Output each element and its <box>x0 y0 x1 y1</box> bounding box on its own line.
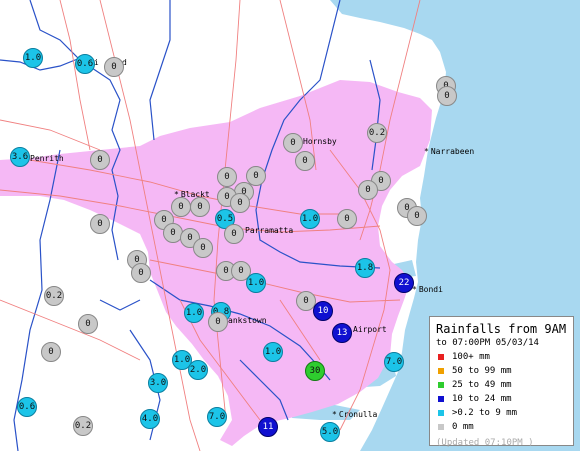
rain-station[interactable]: 0 <box>224 224 244 244</box>
place-label-cronulla: * Cronulla <box>332 410 377 419</box>
rain-station[interactable]: 3.0 <box>148 373 168 393</box>
place-name: Cronulla <box>338 410 378 419</box>
rain-station[interactable]: 1.0 <box>23 48 43 68</box>
rain-station[interactable]: 22 <box>394 273 414 293</box>
rainfall-map: Ri d Penrith *Blackt Hornsby *Narrabeen … <box>0 0 580 452</box>
rain-station[interactable]: 0 <box>190 197 210 217</box>
star-icon: * <box>332 410 337 419</box>
rain-station[interactable]: 10 <box>313 301 333 321</box>
legend-label: 25 to 49 mm <box>452 380 512 390</box>
rain-station[interactable]: 1.0 <box>184 303 204 323</box>
rain-station[interactable]: 4.0 <box>140 409 160 429</box>
place-name: Airport <box>353 325 387 334</box>
legend-label: 0 mm <box>452 422 474 432</box>
legend-row: 10 to 24 mm <box>436 392 567 406</box>
star-icon: * <box>424 147 429 156</box>
rain-station[interactable]: 0 <box>41 342 61 362</box>
rain-station[interactable]: 0.2 <box>44 286 64 306</box>
rain-station[interactable]: 0 <box>407 206 427 226</box>
place-name: Parramatta <box>245 226 294 235</box>
legend-label: >0.2 to 9 mm <box>452 408 518 418</box>
rain-station[interactable]: 13 <box>332 323 352 343</box>
place-name: ankstown <box>228 316 267 325</box>
rain-station[interactable]: 0 <box>90 214 110 234</box>
place-label-penrith: Penrith <box>30 154 64 163</box>
rain-station[interactable]: 0.6 <box>17 397 37 417</box>
rain-station[interactable]: 1.8 <box>355 258 375 278</box>
rain-station[interactable]: 1.0 <box>246 273 266 293</box>
place-label-hornsby: Hornsby <box>303 137 337 146</box>
rain-station[interactable]: 0.2 <box>73 416 93 436</box>
rain-station[interactable]: 0 <box>283 133 303 153</box>
rain-station[interactable]: 0.2 <box>367 123 387 143</box>
rain-station[interactable]: 1.0 <box>300 209 320 229</box>
rain-station[interactable]: 0 <box>295 151 315 171</box>
rain-station[interactable]: 0 <box>90 150 110 170</box>
legend-swatch <box>438 396 444 402</box>
rain-station[interactable]: 0 <box>437 86 457 106</box>
legend-row: 25 to 49 mm <box>436 378 567 392</box>
legend-row: 50 to 99 mm <box>436 364 567 378</box>
rain-station[interactable]: 2.0 <box>188 360 208 380</box>
legend-label: 10 to 24 mm <box>452 394 512 404</box>
legend-row: 0 mm <box>436 420 567 434</box>
place-label-bankstown: ankstown <box>228 316 267 325</box>
legend-label: 50 to 99 mm <box>452 366 512 376</box>
rain-station[interactable]: 5.0 <box>320 422 340 442</box>
rain-station[interactable]: 11 <box>258 417 278 437</box>
place-name: Penrith <box>30 154 64 163</box>
rain-station[interactable]: 0 <box>337 209 357 229</box>
place-label-bondi: * Bondi <box>412 285 443 294</box>
rain-station[interactable]: 0 <box>358 180 378 200</box>
legend-row: 100+ mm <box>436 350 567 364</box>
rainfall-legend: Rainfalls from 9AM to 07:00PM 05/03/14 1… <box>429 316 574 448</box>
rain-station[interactable]: 0.6 <box>75 54 95 74</box>
rain-station[interactable]: 0 <box>78 314 98 334</box>
rain-station[interactable]: 30 <box>305 361 325 381</box>
rain-station[interactable]: 0 <box>104 57 124 77</box>
legend-swatch <box>438 424 444 430</box>
rain-station[interactable]: 0 <box>217 167 237 187</box>
legend-swatch <box>438 354 444 360</box>
legend-label: 100+ mm <box>452 352 490 362</box>
rain-station[interactable]: 0 <box>230 193 250 213</box>
legend-title: Rainfalls from 9AM <box>436 322 567 336</box>
place-label-narrabeen: * Narrabeen <box>424 147 474 156</box>
legend-subtitle: to 07:00PM 05/03/14 <box>436 338 539 348</box>
rain-station[interactable]: 1.0 <box>263 342 283 362</box>
place-name: Bondi <box>418 285 443 294</box>
rain-station[interactable]: 7.0 <box>207 407 227 427</box>
place-name: Hornsby <box>303 137 337 146</box>
rain-station[interactable]: 0 <box>208 312 228 332</box>
place-name: Narrabeen <box>430 147 475 156</box>
rain-station[interactable]: 3.6 <box>10 147 30 167</box>
rain-station[interactable]: 0 <box>193 238 213 258</box>
rain-station[interactable]: 0 <box>131 263 151 283</box>
legend-row: >0.2 to 9 mm <box>436 406 567 420</box>
place-label-parramatta: Parramatta <box>245 226 293 235</box>
legend-swatch <box>438 368 444 374</box>
legend-swatch <box>438 410 444 416</box>
rain-station[interactable]: 0 <box>171 197 191 217</box>
legend-swatch <box>438 382 444 388</box>
place-label-airport: Airport <box>353 325 387 334</box>
legend-updated: (Updated 07:10PM ) <box>436 438 534 448</box>
rain-station[interactable]: 7.0 <box>384 352 404 372</box>
